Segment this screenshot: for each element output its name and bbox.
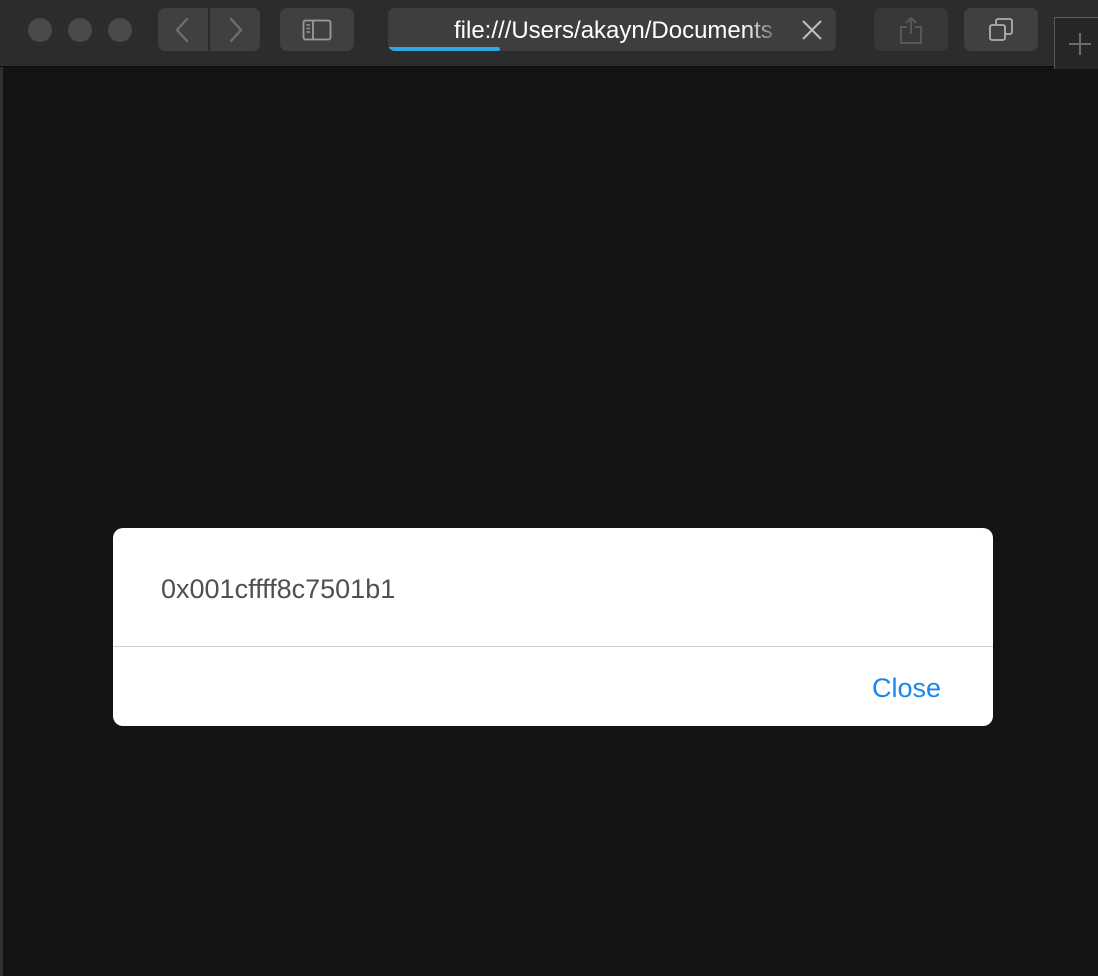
close-icon[interactable] <box>800 18 824 42</box>
window-zoom-button[interactable] <box>108 18 132 42</box>
chevron-left-icon <box>175 17 189 42</box>
back-button[interactable] <box>158 8 208 51</box>
browser-toolbar: file:///Users/akayn/Documents <box>0 0 1098 69</box>
address-bar[interactable]: file:///Users/akayn/Documents <box>388 8 836 51</box>
chevron-right-icon <box>229 17 243 42</box>
share-button[interactable] <box>874 8 948 51</box>
forward-button[interactable] <box>210 8 260 51</box>
new-tab-button[interactable] <box>1054 17 1098 69</box>
address-url[interactable]: file:///Users/akayn/Documents <box>454 8 784 51</box>
plus-icon <box>1069 33 1091 55</box>
alert-message: 0x001cffff8c7501b1 <box>161 574 396 604</box>
dialog-divider <box>113 646 993 647</box>
sidebar-icon <box>302 19 332 40</box>
tabs-overview-icon <box>989 17 1013 41</box>
window-minimize-button[interactable] <box>68 18 92 42</box>
share-icon <box>900 16 922 44</box>
browser-window: file:///Users/akayn/Documents 0x001cffff… <box>0 0 1098 976</box>
alert-dialog: 0x001cffff8c7501b1 Close <box>113 528 993 726</box>
tab-overview-button[interactable] <box>964 8 1038 51</box>
window-close-button[interactable] <box>28 18 52 42</box>
page-load-progress-bar <box>388 47 500 51</box>
sidebar-button[interactable] <box>280 8 354 51</box>
close-button[interactable]: Close <box>872 673 941 704</box>
content-area-edge <box>0 67 3 976</box>
